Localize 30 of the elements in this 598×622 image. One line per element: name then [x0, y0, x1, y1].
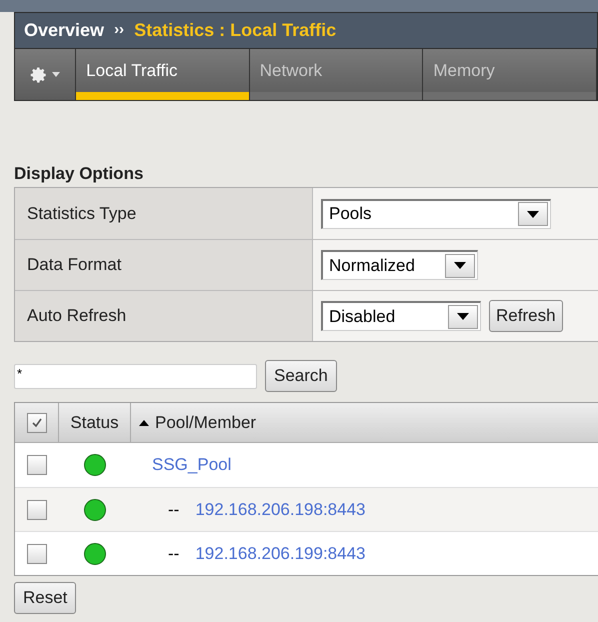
checkbox[interactable] [27, 544, 47, 564]
dropdown[interactable]: Normalized [321, 250, 478, 280]
gear-icon [30, 66, 48, 84]
search-button[interactable]: Search [265, 360, 337, 392]
checkbox[interactable] [26, 412, 46, 432]
reset-button[interactable]: Reset [14, 582, 76, 614]
option-label: Auto Refresh [27, 305, 126, 328]
checkbox[interactable] [27, 500, 47, 520]
option-label: Statistics Type [27, 202, 136, 225]
section-heading: Display Options [14, 163, 144, 185]
tab[interactable]: Local Traffic [76, 49, 250, 100]
pool-link[interactable]: SSG_Pool [152, 452, 232, 478]
breadcrumb-link[interactable]: Overview [24, 17, 104, 44]
sort-ascending-icon [139, 420, 149, 426]
column-header[interactable]: Pool/Member [131, 403, 598, 442]
search-field[interactable]: * [14, 364, 257, 388]
pool-link[interactable]: 192.168.206.198:8443 [195, 496, 366, 522]
tree-indent-marker: -- [168, 542, 180, 565]
dropdown[interactable]: Pools [321, 198, 551, 228]
tree-indent-marker: -- [168, 498, 180, 521]
checkmark-icon [30, 416, 42, 428]
dropdown[interactable]: Disabled [321, 301, 481, 331]
checkbox[interactable] [27, 455, 47, 475]
breadcrumb-separator: ›› [114, 20, 124, 40]
refresh-button[interactable]: Refresh [489, 300, 563, 332]
pool-link[interactable]: 192.168.206.199:8443 [195, 540, 366, 566]
page-title: Statistics : Local Traffic [134, 19, 336, 42]
column-header[interactable]: Status [70, 410, 119, 436]
option-label: Data Format [27, 254, 122, 276]
caret-icon [52, 72, 60, 77]
